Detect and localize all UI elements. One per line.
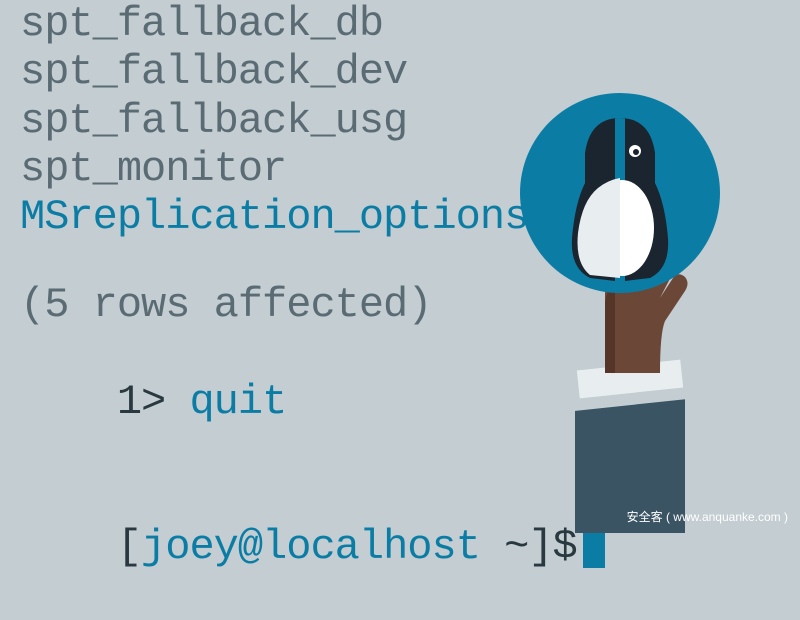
penguin-icon xyxy=(520,93,720,293)
quit-command: quit xyxy=(189,378,286,426)
user-host: joey@localhost xyxy=(141,523,504,571)
penguin-illustration xyxy=(530,33,730,533)
linux-disk-icon xyxy=(520,93,720,293)
bracket-open: [ xyxy=(117,523,141,571)
prompt-number: 1> xyxy=(117,378,165,426)
watermark: 安全客 ( www.anquanke.com ) xyxy=(627,508,788,525)
